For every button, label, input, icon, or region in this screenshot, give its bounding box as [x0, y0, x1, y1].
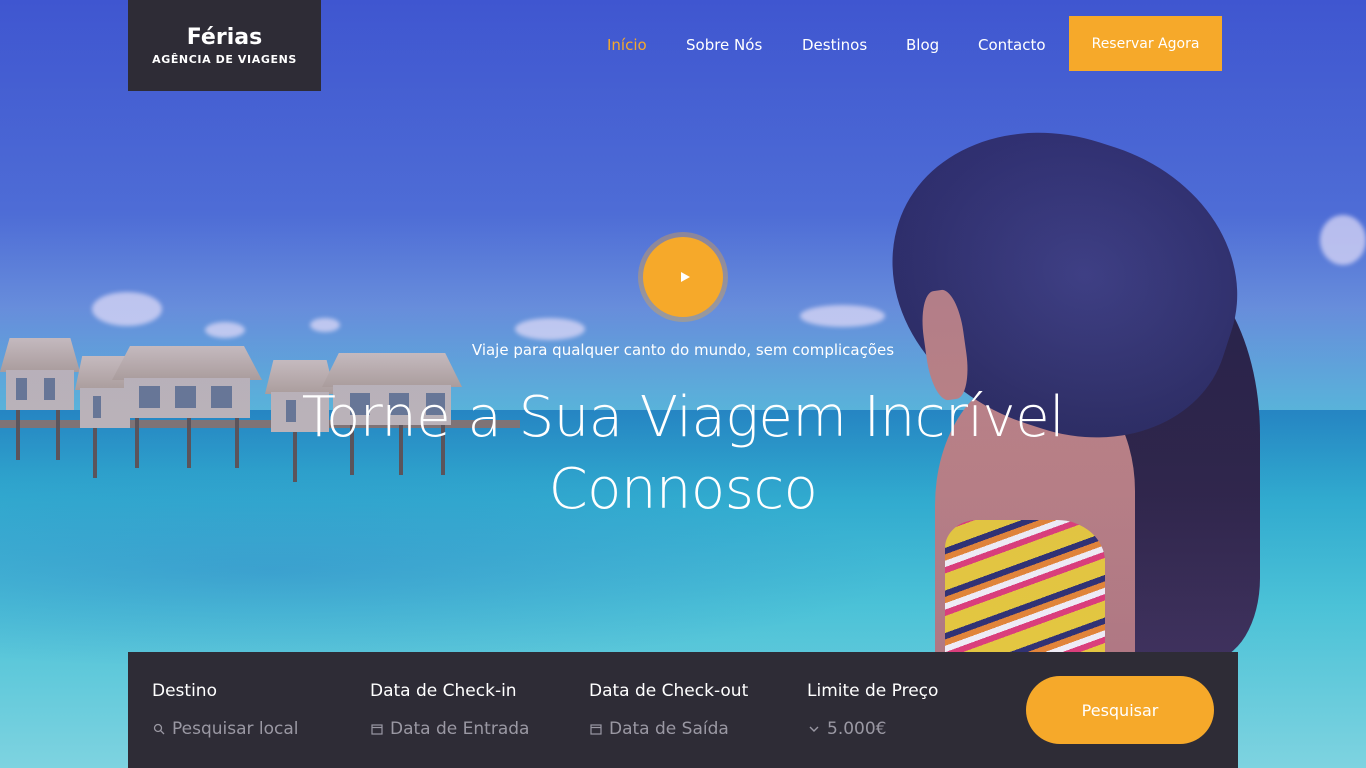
checkout-label: Data de Check-out	[589, 681, 749, 701]
checkout-placeholder: Data de Saída	[609, 719, 729, 739]
checkin-label: Data de Check-in	[370, 681, 517, 701]
destination-label: Destino	[152, 681, 217, 701]
checkin-placeholder: Data de Entrada	[390, 719, 530, 739]
book-now-button[interactable]: Reservar Agora	[1069, 16, 1222, 71]
calendar-icon	[589, 723, 602, 736]
hero-headline-line2: Connosco	[548, 457, 818, 522]
brand-title: Férias	[186, 25, 263, 50]
play-icon	[680, 272, 690, 282]
destination-placeholder: Pesquisar local	[172, 719, 299, 739]
destination-input[interactable]: Pesquisar local	[152, 719, 299, 739]
nav-item-contacto[interactable]: Contacto	[978, 36, 1046, 54]
price-limit-label: Limite de Preço	[807, 681, 939, 701]
brand-subtitle: AGÊNCIA DE VIAGENS	[152, 53, 297, 66]
hero-tagline: Viaje para qualquer canto do mundo, sem …	[471, 341, 895, 359]
nav-item-blog[interactable]: Blog	[906, 36, 939, 54]
search-bar: Destino Pesquisar local Data de Check-in…	[128, 652, 1238, 768]
nav-item-inicio[interactable]: Início	[607, 36, 647, 54]
hero-headline-line1: Torne a Sua Viagem Incrível	[301, 385, 1065, 450]
nav-item-destinos[interactable]: Destinos	[802, 36, 867, 54]
search-icon	[152, 723, 165, 736]
destination-field[interactable]: Destino Pesquisar local	[152, 652, 362, 768]
brand-logo[interactable]: Férias AGÊNCIA DE VIAGENS	[128, 0, 321, 91]
price-limit-field[interactable]: Limite de Preço 5.000€	[807, 652, 1017, 768]
price-limit-select[interactable]: 5.000€	[807, 719, 886, 739]
chevron-down-icon	[807, 723, 820, 736]
calendar-icon	[370, 723, 383, 736]
checkout-input[interactable]: Data de Saída	[589, 719, 729, 739]
play-video-button[interactable]	[643, 237, 723, 317]
price-limit-value: 5.000€	[827, 719, 887, 739]
checkin-field[interactable]: Data de Check-in Data de Entrada	[370, 652, 580, 768]
hero-headline: Torne a Sua Viagem Incrível Connosco	[0, 382, 1366, 526]
search-button[interactable]: Pesquisar	[1026, 676, 1214, 744]
nav-item-sobre-nos[interactable]: Sobre Nós	[686, 36, 762, 54]
checkin-input[interactable]: Data de Entrada	[370, 719, 529, 739]
checkout-field[interactable]: Data de Check-out Data de Saída	[589, 652, 799, 768]
